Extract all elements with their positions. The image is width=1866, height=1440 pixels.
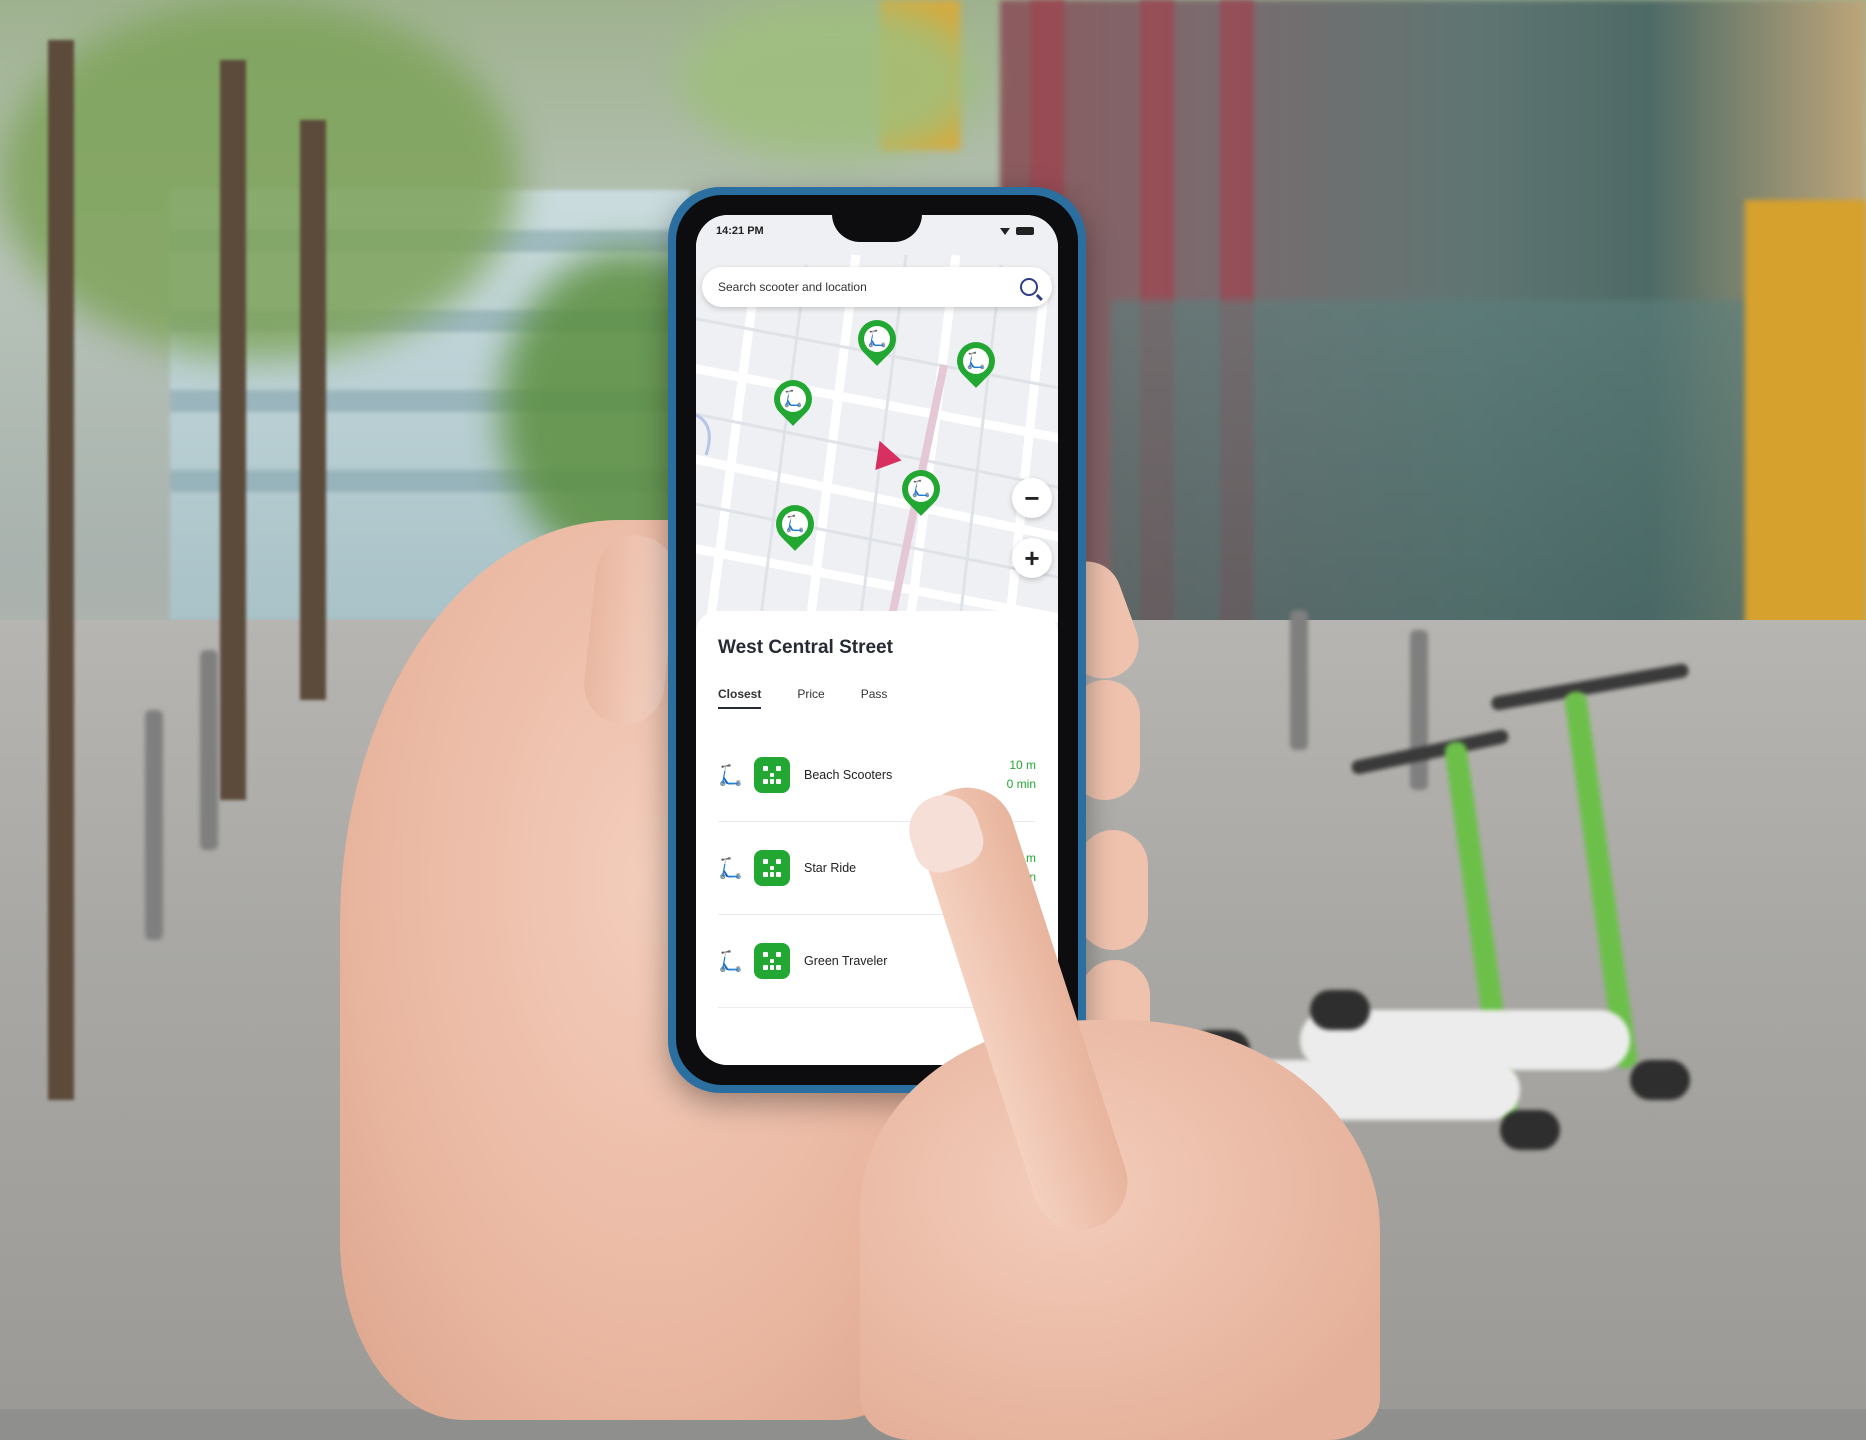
time-value: 0 min	[1006, 777, 1036, 791]
zoom-in-button[interactable]: +	[1012, 538, 1052, 578]
left-hand-finger	[1078, 830, 1148, 950]
scooter-icon: 🛴	[718, 857, 743, 880]
scooter-icon: 🛴	[780, 386, 806, 412]
background-foliage	[680, 0, 980, 160]
background-bollard	[1290, 610, 1308, 750]
scooter-icon: 🛴	[908, 476, 934, 502]
background-foliage	[0, 0, 520, 360]
distance-value: 10 m	[1009, 758, 1036, 772]
qr-code-icon	[754, 757, 790, 793]
scooter-wheel	[1310, 990, 1370, 1030]
zoom-out-button[interactable]: −	[1012, 478, 1052, 518]
background-bollard	[200, 650, 218, 850]
tab-price[interactable]: Price	[797, 687, 824, 709]
scooter-icon: 🛴	[718, 764, 743, 787]
status-time: 14:21 PM	[716, 225, 764, 237]
sort-tabs: Closest Price Pass	[718, 687, 1036, 709]
status-icons	[1000, 227, 1034, 235]
background-tree	[48, 40, 74, 1100]
location-title: West Central Street	[718, 637, 893, 658]
tab-pass[interactable]: Pass	[861, 687, 888, 709]
battery-icon	[1016, 227, 1034, 235]
camera-notch	[832, 215, 922, 242]
scooter-icon: 🛴	[963, 348, 989, 374]
map-view[interactable]: 🛴 🛴 🛴 🛴 🛴 − +	[696, 215, 1058, 635]
search-bar[interactable]	[702, 267, 1052, 307]
scooter-icon: 🛴	[718, 950, 743, 973]
right-hand	[860, 1020, 1380, 1440]
scooter-wheel	[1500, 1110, 1560, 1150]
search-input[interactable]	[716, 279, 1000, 295]
tab-closest[interactable]: Closest	[718, 687, 762, 709]
scooter-wheel	[1630, 1060, 1690, 1100]
scooter-icon: 🛴	[864, 326, 890, 352]
background-bollard	[1410, 630, 1428, 790]
search-icon[interactable]	[1020, 278, 1038, 296]
background-bollard	[145, 710, 163, 940]
background-tree	[220, 60, 246, 800]
background-tree	[300, 120, 326, 700]
scooter-icon: 🛴	[782, 511, 808, 537]
wifi-icon	[1000, 227, 1010, 235]
qr-code-icon	[754, 943, 790, 979]
distance-info: 10 m 0 min	[1007, 756, 1036, 794]
qr-code-icon	[754, 850, 790, 886]
provider-name: Beach Scooters	[804, 768, 893, 782]
